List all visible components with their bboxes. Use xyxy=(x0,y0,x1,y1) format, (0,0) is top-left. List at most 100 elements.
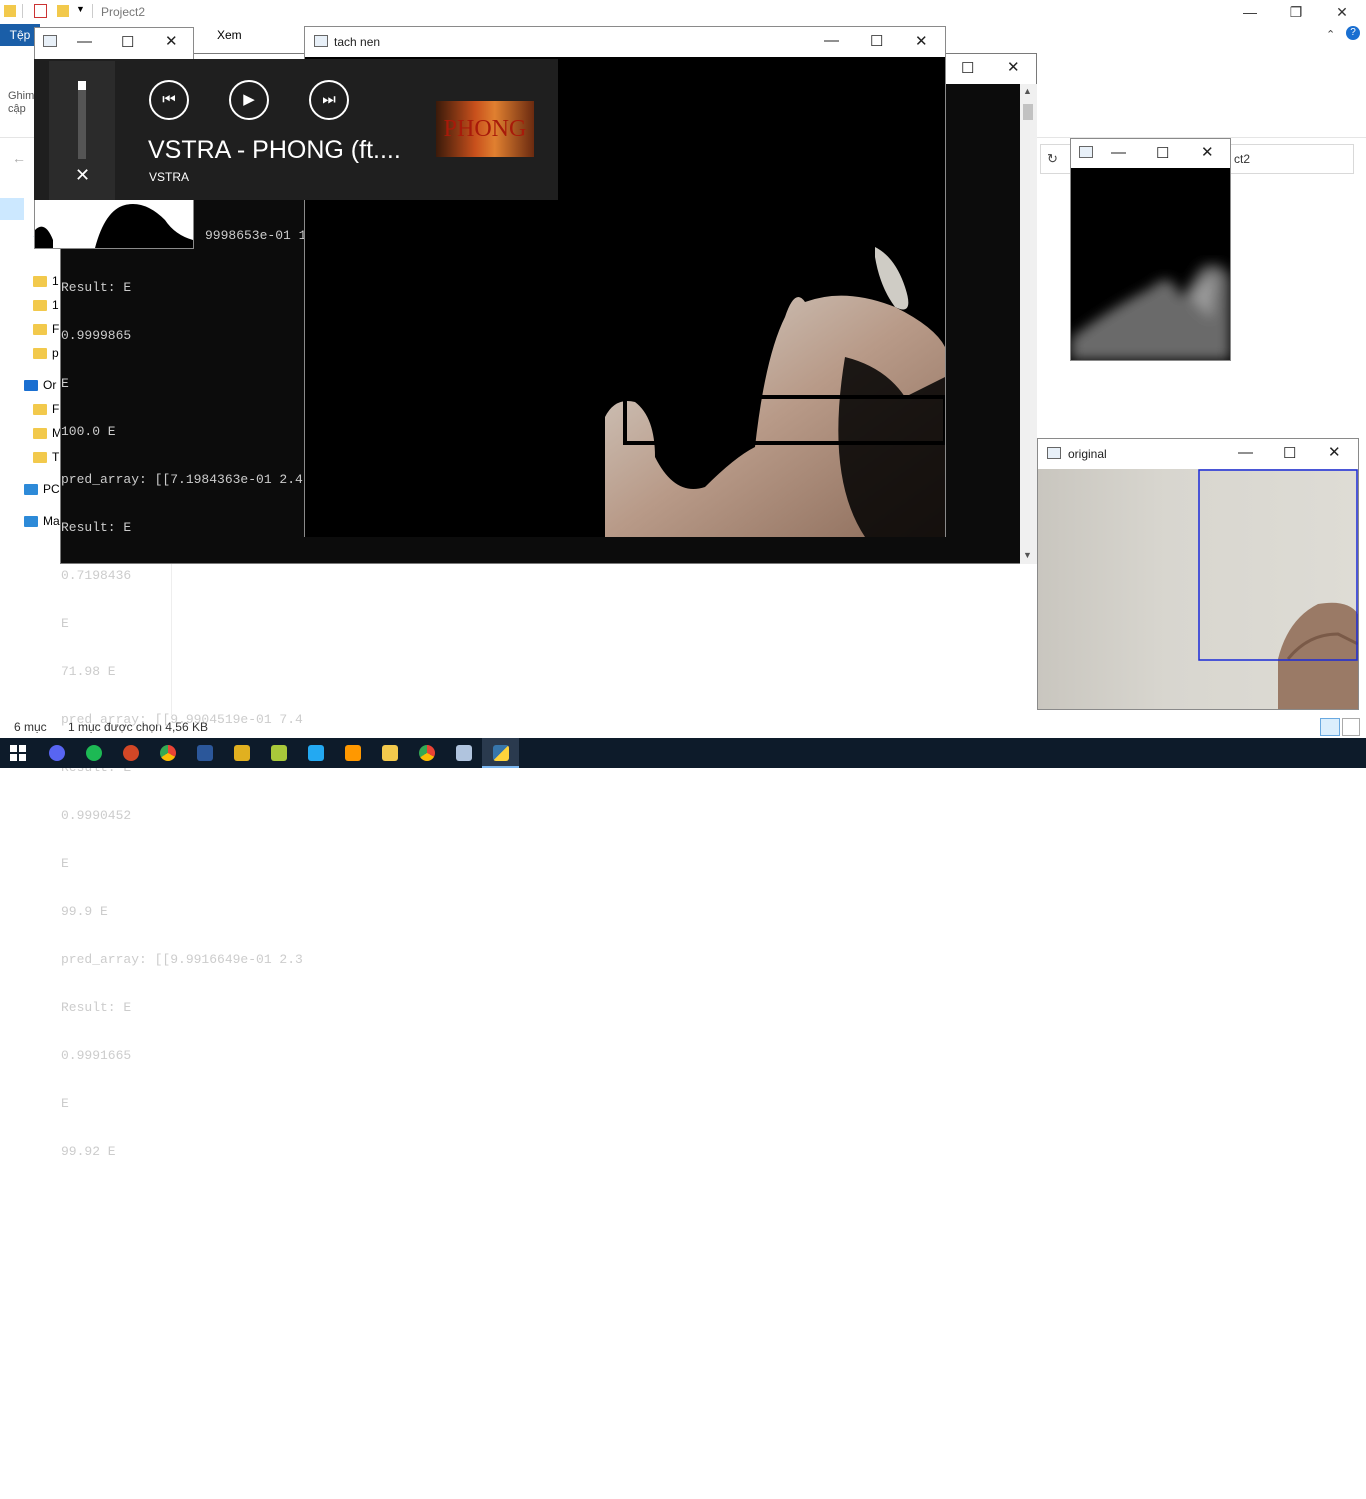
python-icon[interactable] xyxy=(482,738,519,768)
shield-tray-icon[interactable]: ⛨ xyxy=(1140,1483,1150,1499)
minimize-button[interactable]: — xyxy=(1227,0,1273,24)
discord-tray-icon[interactable]: ◉ xyxy=(1068,1483,1079,1499)
window-title: Project2 xyxy=(101,5,146,19)
close-button[interactable]: ✕ xyxy=(1319,0,1365,24)
chrome-icon[interactable] xyxy=(149,738,186,768)
vietkey-tray-icon[interactable]: V xyxy=(1116,1483,1125,1498)
large-icons-view-icon[interactable] xyxy=(1342,718,1360,736)
close-button[interactable]: ✕ xyxy=(1201,143,1214,161)
window-title: original xyxy=(1068,447,1107,461)
scroll-down-icon[interactable]: ▼ xyxy=(1023,550,1032,560)
small-preview-window[interactable]: — ☐ ✕ xyxy=(1070,138,1231,361)
minimize-button[interactable]: — xyxy=(1238,444,1253,461)
mute-close-icon[interactable]: ✕ xyxy=(75,165,90,186)
track-title: VSTRA - PHONG (ft.... xyxy=(148,136,401,164)
scroll-thumb[interactable] xyxy=(1023,104,1033,120)
maximize-button[interactable]: ☐ xyxy=(1156,144,1169,162)
chrome2-icon[interactable] xyxy=(408,738,445,768)
folder-icon xyxy=(33,324,47,336)
play-button[interactable]: ▶ xyxy=(229,80,269,120)
maximize-button[interactable]: ☐ xyxy=(870,32,883,50)
window-icon xyxy=(314,35,328,47)
nav-item[interactable]: 1 xyxy=(33,294,59,316)
console-line: 0.7198436 xyxy=(61,568,132,583)
spotify-icon[interactable] xyxy=(75,738,112,768)
previous-track-button[interactable]: ⏮ xyxy=(149,80,189,120)
language-tray-icon[interactable]: ⌨ xyxy=(1188,1483,1207,1499)
nav-item-label: Ma xyxy=(43,514,60,528)
word-icon[interactable] xyxy=(186,738,223,768)
console-scrollbar[interactable]: ▲ ▼ xyxy=(1020,84,1037,564)
nav-item[interactable]: M xyxy=(33,422,62,444)
app-icon[interactable] xyxy=(223,738,260,768)
play-icon: ▶ xyxy=(243,91,255,108)
console-line: 100.0 E xyxy=(61,424,116,439)
details-view-icon[interactable] xyxy=(1320,718,1340,736)
close-button[interactable]: ✕ xyxy=(165,32,178,50)
nav-item-label: F xyxy=(52,322,60,336)
maximize-button[interactable]: ❐ xyxy=(1273,0,1319,24)
close-button[interactable]: ✕ xyxy=(915,32,928,50)
app2-icon[interactable] xyxy=(260,738,297,768)
vscode-icon[interactable] xyxy=(297,738,334,768)
nav-item-label: Or xyxy=(43,378,57,392)
item-count: 6 mục xyxy=(14,720,47,734)
sublime-icon[interactable] xyxy=(334,738,371,768)
track-artist: VSTRA xyxy=(149,170,190,184)
discord-icon[interactable] xyxy=(38,738,75,768)
nav-item-label: 1 xyxy=(52,298,59,312)
console-line: 0.9990452 xyxy=(61,808,132,823)
close-button[interactable]: ✕ xyxy=(1328,443,1341,461)
back-arrow-icon[interactable]: ← xyxy=(12,150,26,166)
powerpoint-icon[interactable] xyxy=(112,738,149,768)
nav-item[interactable]: F xyxy=(33,398,59,420)
console-output: Result: E 0.9999865 E 100.0 E pred_array… xyxy=(61,248,303,1192)
chevron-up-icon[interactable]: ⌃ xyxy=(1326,28,1335,41)
nav-item[interactable]: p xyxy=(33,342,59,364)
properties-icon[interactable] xyxy=(34,4,47,18)
windows-start-icon[interactable] xyxy=(10,745,26,761)
nav-item-network[interactable]: Ma xyxy=(24,510,60,532)
help-icon[interactable]: ? xyxy=(1346,26,1360,40)
console-line: 0.9991665 xyxy=(61,1048,132,1063)
camera-frame-image xyxy=(1198,469,1358,709)
clock[interactable]: 9:53 SA xyxy=(1262,1483,1305,1497)
window-title: tach nen xyxy=(334,35,381,49)
console-line: Result: E xyxy=(61,520,132,535)
console-line: pred_array: [[9.9916649e-01 2.3 xyxy=(61,952,303,967)
nav-item[interactable]: 1 xyxy=(33,270,59,292)
minimize-button[interactable]: — xyxy=(1111,144,1126,161)
close-button[interactable]: ✕ xyxy=(1007,58,1020,76)
taskbar: ◉ ◍ V ⛨ 🔇︎ ⌨ ⚲ ◠ 9:53 SA ▤ xyxy=(0,738,1366,1498)
volume-level xyxy=(78,81,86,90)
maximize-button[interactable]: ☐ xyxy=(121,33,134,51)
new-folder-icon[interactable] xyxy=(57,5,69,17)
file-explorer-icon[interactable] xyxy=(371,738,408,768)
console-line: E xyxy=(61,376,69,391)
console-line: E xyxy=(61,856,69,871)
app3-icon[interactable] xyxy=(445,738,482,768)
maximize-button[interactable]: ☐ xyxy=(961,59,974,77)
nav-item-onedrive[interactable]: Or xyxy=(24,374,56,396)
refresh-icon[interactable]: ↻ xyxy=(1047,151,1058,167)
nav-item[interactable]: T xyxy=(33,446,59,468)
volume-panel: ✕ xyxy=(49,61,115,200)
mute-tray-icon[interactable]: 🔇︎ xyxy=(1162,1483,1170,1499)
tab-view[interactable]: Xem xyxy=(217,28,242,42)
wifi-tray-icon[interactable]: ◠ xyxy=(1238,1483,1249,1499)
volume-slider[interactable] xyxy=(78,81,86,159)
minimize-button[interactable]: — xyxy=(824,32,839,49)
nav-item-this-pc[interactable]: PC xyxy=(24,478,60,500)
next-track-button[interactable]: ⏭ xyxy=(309,80,349,120)
notification-icon[interactable]: ▤ xyxy=(1326,1483,1338,1499)
album-art-title: PHONG xyxy=(443,116,527,142)
network-tray-icon[interactable]: ⚲ xyxy=(1212,1483,1222,1499)
minimize-button[interactable]: — xyxy=(77,33,92,50)
camera-feed xyxy=(1038,469,1358,709)
nav-item[interactable]: F xyxy=(33,318,59,340)
maximize-button[interactable]: ☐ xyxy=(1283,444,1296,462)
zalo-tray-icon[interactable]: ◍ xyxy=(1092,1483,1103,1499)
original-camera-window[interactable]: original — ☐ ✕ xyxy=(1037,438,1359,710)
scroll-up-icon[interactable]: ▲ xyxy=(1023,86,1032,96)
chevron-down-icon[interactable]: ▼ xyxy=(76,4,85,14)
